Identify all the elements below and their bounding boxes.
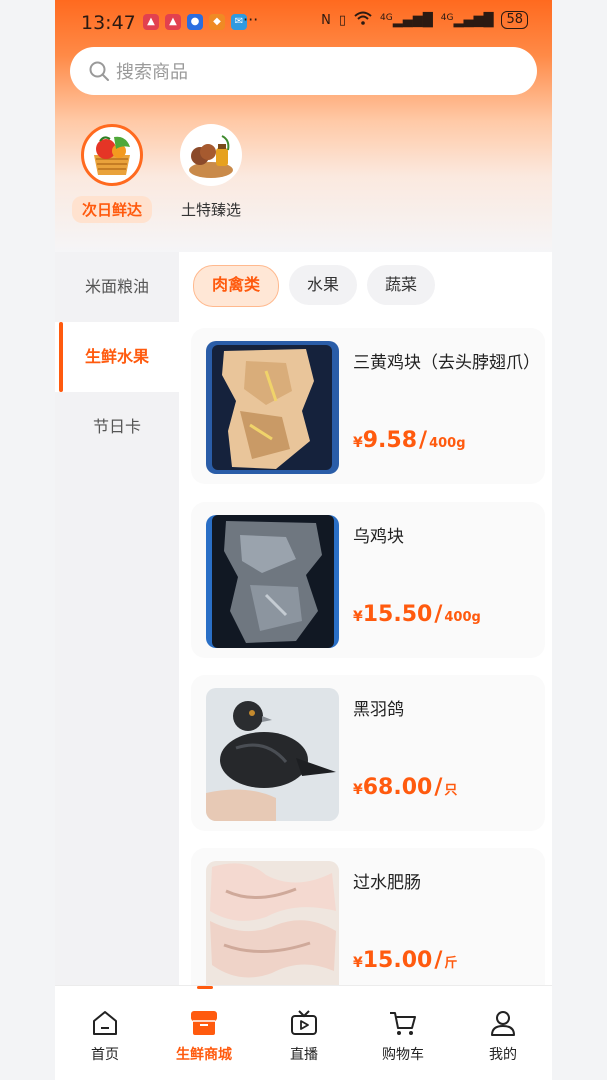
price-value: 68.00 xyxy=(362,775,433,800)
tab-label: 我的 xyxy=(489,1047,517,1063)
notification-icons: ▲ ▲ ● ◆ ✉ xyxy=(143,14,247,30)
live-tv-icon xyxy=(291,1010,317,1035)
product-list-panel: 肉禽类 水果 蔬菜 三黄鸡块（去头脖翅爪） ¥9.58/400g 乌鸡块 ¥15… xyxy=(179,252,552,985)
more-notifications-icon: ··· xyxy=(243,10,259,29)
wifi-icon xyxy=(354,11,372,29)
search-placeholder: 搜索商品 xyxy=(116,62,188,83)
product-price: ¥15.00/斤 xyxy=(353,948,457,973)
price-value: 15.50 xyxy=(362,602,433,627)
product-card[interactable]: 黑羽鸽 ¥68.00/只 xyxy=(191,675,545,831)
network-type-label: 4G xyxy=(380,12,393,23)
price-separator: / xyxy=(434,948,443,973)
category-image xyxy=(81,124,143,186)
currency-symbol: ¥ xyxy=(353,955,363,971)
signal-icon: 4G▂▄▆█ xyxy=(380,12,433,28)
subcategory-chips: 肉禽类 水果 蔬菜 xyxy=(193,265,436,307)
product-image xyxy=(206,515,339,648)
price-unit: 斤 xyxy=(444,956,458,971)
search-icon xyxy=(89,61,109,81)
price-unit: 400g xyxy=(444,610,481,625)
home-icon xyxy=(93,1011,117,1035)
app-notification-icon: ◆ xyxy=(209,14,225,30)
product-price: ¥9.58/400g xyxy=(353,428,466,453)
currency-symbol: ¥ xyxy=(353,782,363,798)
category-sidebar: 米面粮油 生鲜水果 节日卡 xyxy=(55,252,179,985)
tab-live[interactable]: 直播 xyxy=(254,1008,354,1064)
sidebar-item-label: 生鲜水果 xyxy=(84,347,149,366)
sidebar-item-fresh-fruit[interactable]: 生鲜水果 xyxy=(55,322,179,392)
cart-icon xyxy=(390,1012,416,1035)
battery-level: 58 xyxy=(501,11,528,29)
product-name: 三黄鸡块（去头脖翅爪） xyxy=(353,353,540,373)
product-name: 乌鸡块 xyxy=(353,527,404,547)
price-separator: / xyxy=(419,428,428,453)
chip-meat-poultry[interactable]: 肉禽类 xyxy=(193,265,280,307)
chip-fruit[interactable]: 水果 xyxy=(289,265,358,305)
product-image xyxy=(206,861,339,985)
price-value: 9.58 xyxy=(362,428,418,453)
product-price: ¥15.50/400g xyxy=(353,602,481,627)
sidebar-item-label: 节日卡 xyxy=(92,417,141,436)
tab-profile[interactable]: 我的 xyxy=(453,1008,552,1064)
product-name: 过水肥肠 xyxy=(353,873,421,893)
product-card[interactable]: 过水肥肠 ¥15.00/斤 xyxy=(191,848,545,985)
tab-home[interactable]: 首页 xyxy=(55,1008,155,1064)
price-separator: / xyxy=(434,602,443,627)
chip-vegetables[interactable]: 蔬菜 xyxy=(367,265,436,305)
product-card[interactable]: 乌鸡块 ¥15.50/400g xyxy=(191,502,545,658)
product-price: ¥68.00/只 xyxy=(353,775,457,800)
tab-fresh-mall[interactable]: 生鲜商城 xyxy=(154,1008,254,1064)
status-indicators: N ▯ 4G▂▄▆█ 4G▂▄▆█ 58 xyxy=(321,11,528,29)
category-label: 土特臻选 xyxy=(180,201,241,219)
category-image xyxy=(180,124,242,186)
app-screen: 13:47 ▲ ▲ ● ◆ ✉ ··· N ▯ 4G▂▄▆█ 4G▂▄▆█ 58… xyxy=(55,0,552,1080)
store-icon xyxy=(191,1011,217,1035)
price-unit: 400g xyxy=(429,436,466,451)
nfc-icon: N xyxy=(321,12,331,28)
status-bar: 13:47 ▲ ▲ ● ◆ ✉ ··· N ▯ 4G▂▄▆█ 4G▂▄▆█ 58 xyxy=(55,0,552,46)
tab-label: 首页 xyxy=(91,1047,119,1063)
category-next-day-fresh[interactable]: 次日鲜达 xyxy=(72,124,152,223)
tab-label: 直播 xyxy=(290,1047,318,1063)
product-image xyxy=(206,341,339,474)
profile-icon xyxy=(491,1011,515,1036)
sidebar-item-grain-oil[interactable]: 米面粮油 xyxy=(55,252,179,322)
product-image xyxy=(206,688,339,821)
app-notification-icon: ● xyxy=(187,14,203,30)
tab-label: 购物车 xyxy=(382,1047,424,1063)
tab-cart[interactable]: 购物车 xyxy=(353,1008,453,1064)
currency-symbol: ¥ xyxy=(353,435,363,451)
status-time: 13:47 xyxy=(81,12,136,34)
vibrate-icon: ▯ xyxy=(338,12,347,28)
network-type-label: 4G xyxy=(440,12,454,23)
bottom-tab-bar: 首页 生鲜商城 直播 购物车 我的 xyxy=(55,985,552,1080)
price-separator: / xyxy=(434,775,443,800)
price-value: 15.00 xyxy=(362,948,433,973)
active-tab-indicator xyxy=(197,986,213,989)
tab-label: 生鲜商城 xyxy=(176,1047,232,1063)
app-notification-icon: ▲ xyxy=(143,14,159,30)
product-card[interactable]: 三黄鸡块（去头脖翅爪） ¥9.58/400g xyxy=(191,328,545,484)
app-notification-icon: ▲ xyxy=(165,14,181,30)
sidebar-item-label: 米面粮油 xyxy=(84,277,149,296)
price-unit: 只 xyxy=(444,783,458,798)
category-local-specialties[interactable]: 土特臻选 xyxy=(171,124,251,223)
signal-icon: 4G▂▄▆█ xyxy=(440,12,494,28)
currency-symbol: ¥ xyxy=(353,609,363,625)
product-name: 黑羽鸽 xyxy=(353,700,404,720)
category-label: 次日鲜达 xyxy=(72,196,152,223)
search-bar[interactable]: 搜索商品 xyxy=(70,47,537,95)
sidebar-item-holiday-card[interactable]: 节日卡 xyxy=(55,392,179,462)
